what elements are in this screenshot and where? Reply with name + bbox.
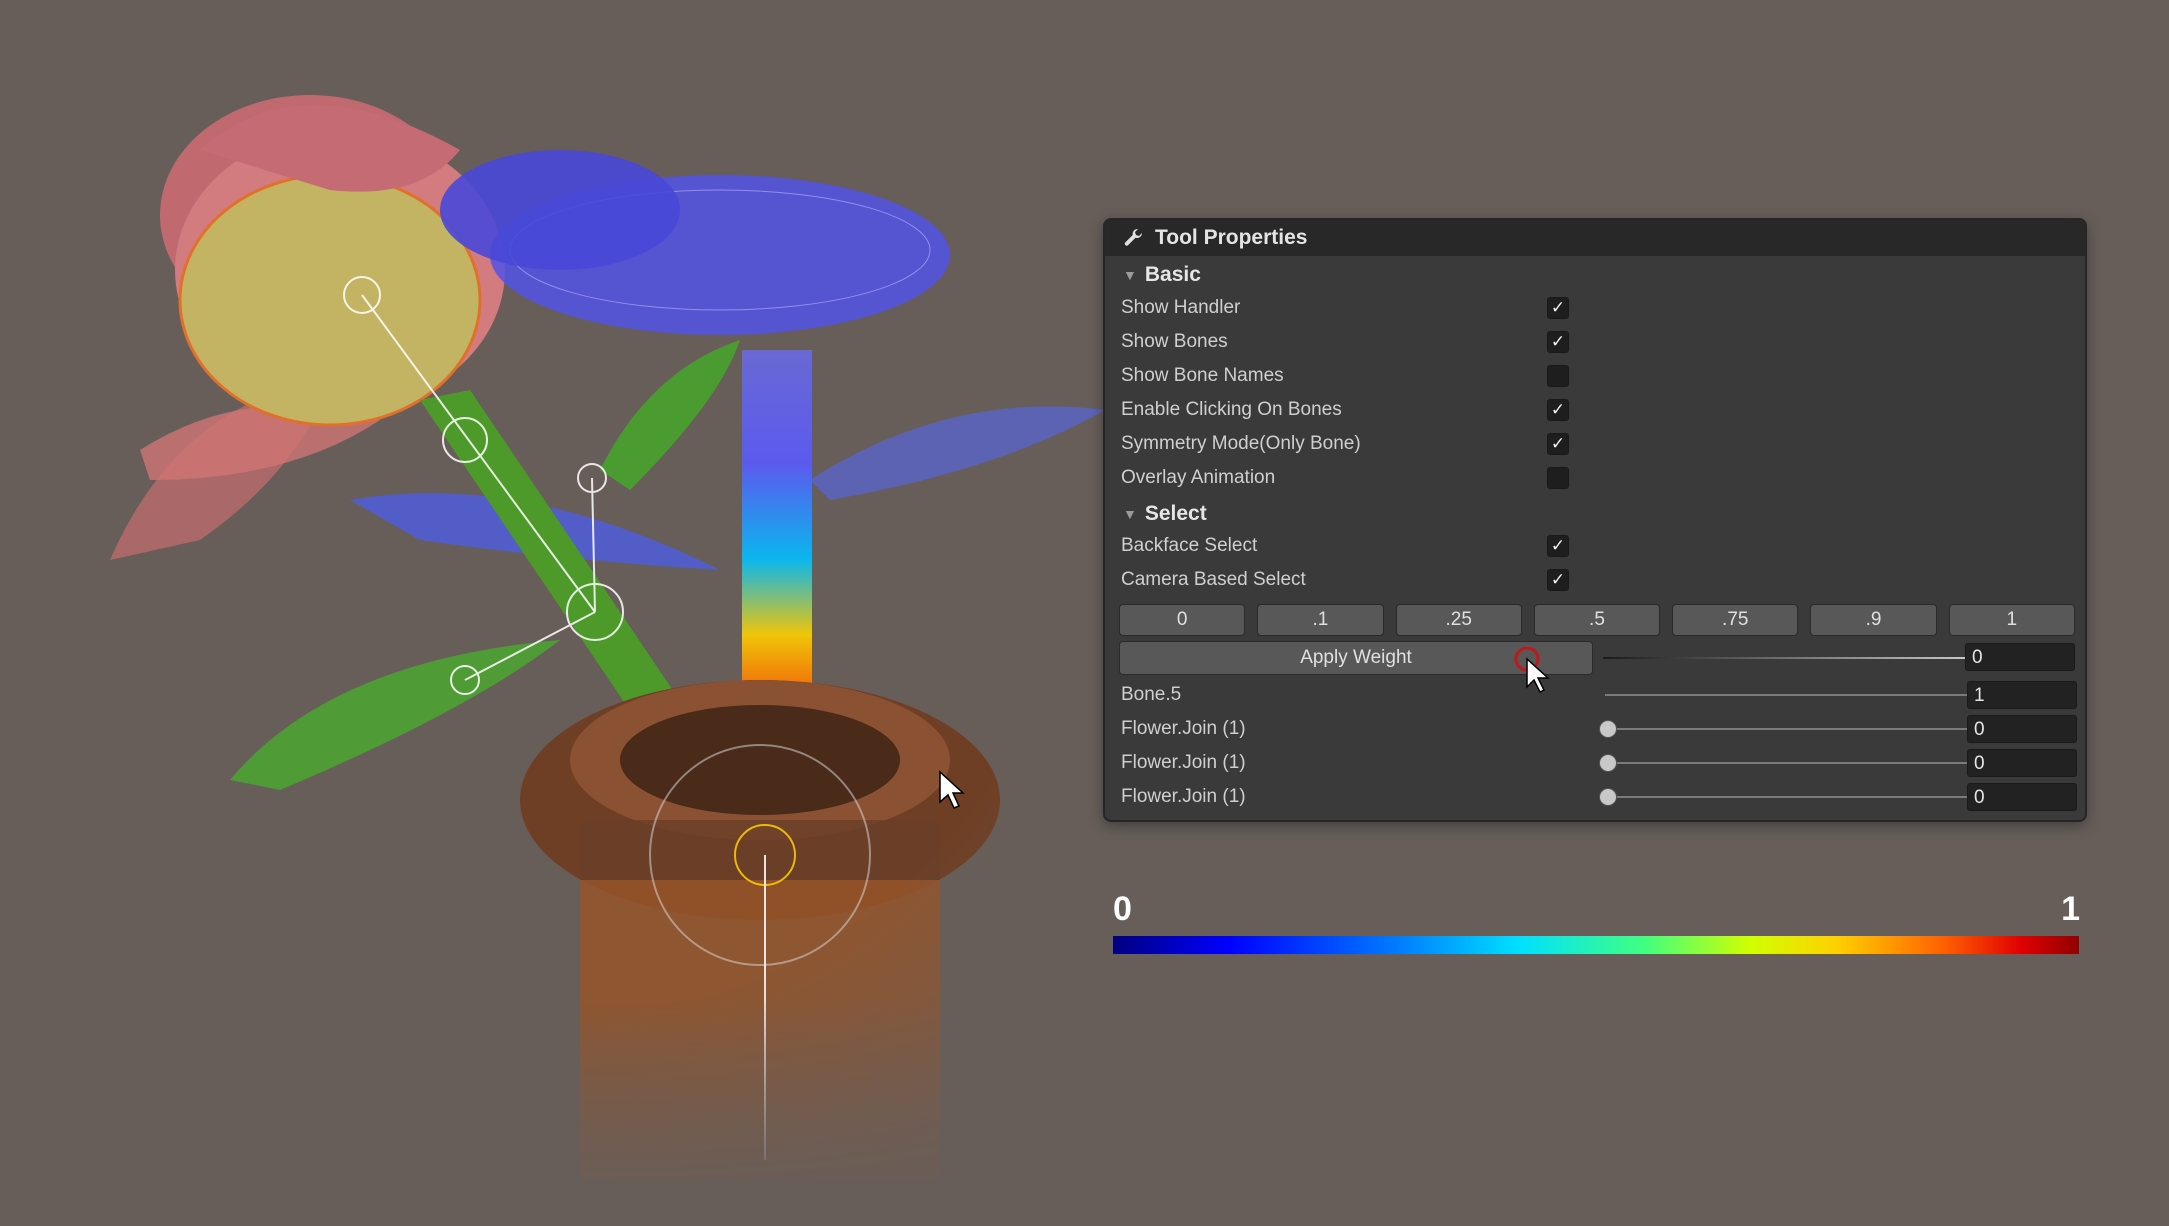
apply-weight-value-field[interactable]: 0 xyxy=(1965,643,2075,671)
enable-clicking-checkbox[interactable]: ✓ xyxy=(1547,399,1569,421)
wrench-icon xyxy=(1124,228,1143,246)
apply-weight-row: Apply Weight 0 xyxy=(1119,641,2075,693)
overlay-animation-checkbox[interactable] xyxy=(1547,467,1569,489)
bone-weight-slider-knob[interactable] xyxy=(1599,788,1617,806)
option-show-bone-names: Show Bone Names xyxy=(1121,362,2081,390)
section-select[interactable]: ▼ Select xyxy=(1123,502,1207,526)
backface-select-checkbox[interactable]: ✓ xyxy=(1547,535,1569,557)
option-label: Show Bones xyxy=(1121,331,1228,352)
option-show-handler: Show Handler ✓ xyxy=(1121,294,2081,322)
bone-name: Bone.5 xyxy=(1121,684,1182,705)
weight-preset-button[interactable]: 1 xyxy=(1948,604,2075,636)
gradient-max-label: 1 xyxy=(2061,890,2080,928)
option-backface-select: Backface Select ✓ xyxy=(1121,532,2081,560)
section-select-label: Select xyxy=(1144,502,1207,525)
weight-gradient-legend: 0 1 xyxy=(1111,890,2080,954)
option-enable-clicking-on-bones: Enable Clicking On Bones ✓ xyxy=(1121,396,2081,424)
camera-based-select-checkbox[interactable]: ✓ xyxy=(1547,569,1569,591)
option-label: Overlay Animation xyxy=(1121,467,1276,488)
show-bones-checkbox[interactable]: ✓ xyxy=(1547,331,1569,353)
bone-weight-slider[interactable] xyxy=(1605,694,1985,696)
bone-weight-slider[interactable] xyxy=(1605,762,1985,764)
bone-weight-field[interactable]: 1 xyxy=(1967,681,2077,709)
option-overlay-animation: Overlay Animation xyxy=(1121,464,2081,492)
option-label: Backface Select xyxy=(1121,535,1258,556)
bone-name: Flower.Join (1) xyxy=(1121,786,1246,807)
weight-preset-button[interactable]: .5 xyxy=(1533,604,1661,636)
bone-weight-field[interactable]: 0 xyxy=(1967,783,2077,811)
option-label: Show Handler xyxy=(1121,297,1241,318)
section-basic[interactable]: ▼ Basic xyxy=(1123,263,1201,287)
weight-preset-button[interactable]: .75 xyxy=(1672,604,1799,636)
bone-row: Flower.Join (1) 0 xyxy=(1121,715,2081,743)
option-label: Symmetry Mode(Only Bone) xyxy=(1121,433,1361,454)
weight-preset-button[interactable]: 0 xyxy=(1119,604,1246,636)
panel-title: Tool Properties xyxy=(1155,226,1308,249)
gradient-bar xyxy=(1113,936,2079,954)
bone-row: Flower.Join (1) 0 xyxy=(1121,749,2081,777)
bone-row: Flower.Join (1) 0 xyxy=(1121,783,2081,811)
3d-viewport[interactable] xyxy=(0,0,1120,1221)
bone-weight-field[interactable]: 0 xyxy=(1967,715,2077,743)
tool-properties-panel: Tool Properties ▼ Basic Show Handler ✓ S… xyxy=(1103,218,2087,822)
collapse-triangle-icon[interactable]: ▼ xyxy=(1123,267,1137,283)
bone-name: Flower.Join (1) xyxy=(1121,718,1246,739)
panel-header: Tool Properties xyxy=(1105,220,2085,256)
bone-weight-field[interactable]: 0 xyxy=(1967,749,2077,777)
symmetry-mode-checkbox[interactable]: ✓ xyxy=(1547,433,1569,455)
show-handler-checkbox[interactable]: ✓ xyxy=(1547,297,1569,319)
bone-weight-slider-knob[interactable] xyxy=(1599,754,1617,772)
section-basic-label: Basic xyxy=(1144,263,1201,286)
collapse-triangle-icon[interactable]: ▼ xyxy=(1123,506,1137,522)
gradient-min-label: 0 xyxy=(1113,890,1132,928)
weight-preset-button[interactable]: .25 xyxy=(1395,604,1522,636)
option-label: Enable Clicking On Bones xyxy=(1121,399,1342,420)
bone-weight-slider-knob[interactable] xyxy=(1599,720,1617,738)
option-symmetry-mode: Symmetry Mode(Only Bone) ✓ xyxy=(1121,430,2081,458)
bone-name: Flower.Join (1) xyxy=(1121,752,1246,773)
option-show-bones: Show Bones ✓ xyxy=(1121,328,2081,356)
apply-weight-slider[interactable] xyxy=(1603,657,1983,659)
bone-weight-slider[interactable] xyxy=(1605,796,1985,798)
weight-preset-buttons: 0 .1 .25 .5 .75 .9 1 xyxy=(1119,604,2075,636)
show-bone-names-checkbox[interactable] xyxy=(1547,365,1569,387)
weight-preset-button[interactable]: .1 xyxy=(1257,604,1384,636)
weight-preset-button[interactable]: .9 xyxy=(1810,604,1937,636)
option-label: Show Bone Names xyxy=(1121,365,1284,386)
bone-weight-slider[interactable] xyxy=(1605,728,1985,730)
bone-row: Bone.5 1 xyxy=(1121,681,2081,709)
option-camera-based-select: Camera Based Select ✓ xyxy=(1121,566,2081,594)
option-label: Camera Based Select xyxy=(1121,569,1306,590)
